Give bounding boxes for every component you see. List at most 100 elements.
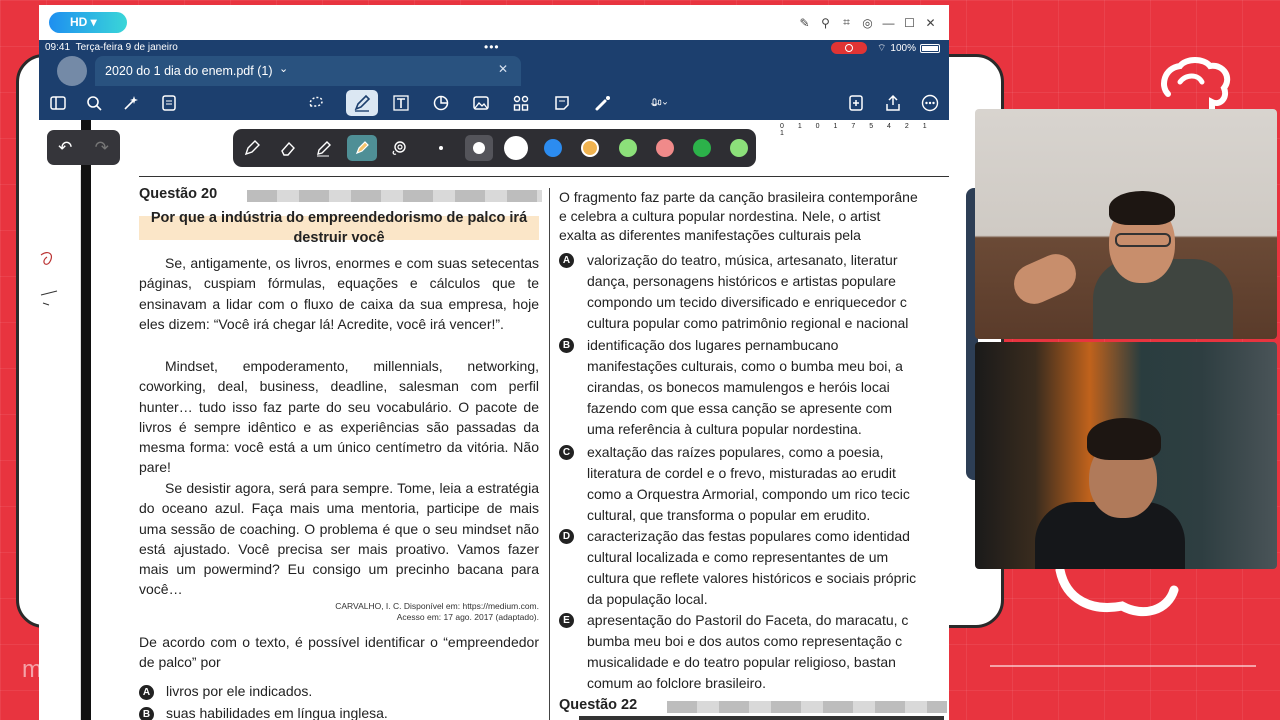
article-paragraph-1: Se, antigamente, os livros, enormes e co… [139, 255, 539, 332]
wifi-icon: ⌔ [877, 43, 887, 54]
sidebar-icon[interactable] [45, 90, 71, 116]
background-line [990, 665, 1256, 667]
redo-icon[interactable]: ↷ [95, 138, 109, 158]
question-21-intro: O fragmento faz parte da canção brasilei… [559, 188, 949, 245]
pencil-icon[interactable] [311, 135, 337, 161]
source-line: Acesso em: 17 ago. 2017 (adaptado). [396, 612, 539, 622]
color-swatch-green[interactable] [693, 139, 711, 157]
battery-percent: 100% [890, 43, 916, 54]
enem-watermark-strip [667, 701, 947, 713]
option-line: uma referência à cultura popular nordest… [587, 421, 862, 437]
image-icon[interactable] [468, 90, 494, 116]
option-a[interactable]: Alivros por ele indicados. [139, 683, 312, 700]
option-21-b[interactable]: B identificação dos lugares pernambucano… [559, 335, 949, 440]
page-marker: 0 1 0 1 7 5 4 2 1 1 [780, 123, 933, 137]
window-titlebar: HD ▾ ✎ ⚲ ⌗ ◎ — ☐ ✕ [39, 5, 949, 40]
share-icon[interactable] [880, 90, 906, 116]
tab-close-icon[interactable]: ✕ [498, 62, 508, 76]
option-line: bumba meu boi e dos autos como represent… [587, 633, 903, 649]
close-button[interactable]: ✕ [922, 14, 939, 31]
color-swatch-white[interactable] [504, 136, 528, 160]
crop-icon[interactable]: ⌗ [838, 14, 855, 31]
export-icon[interactable] [843, 90, 869, 116]
article-paragraph-2: Mindset, empoderamento, millennials, net… [139, 358, 539, 476]
question-22-heading: Questão 22 [559, 697, 638, 713]
webcam-feed-teacher [975, 109, 1277, 339]
tab-title: 2020 do 1 dia do enem.pdf (1) [105, 64, 273, 78]
brain-logo-icon [1161, 57, 1231, 112]
source-line: CARVALHO, I. C. Disponível em: https://m… [335, 601, 539, 611]
eraser-icon[interactable] [275, 135, 301, 161]
stroke-size-medium-selected[interactable] [465, 135, 493, 161]
option-line: cultura que reflete valores históricos e… [587, 570, 917, 586]
window-controls: ✎ ⚲ ⌗ ◎ — ☐ ✕ [796, 14, 939, 31]
option-letter: B [139, 707, 154, 720]
option-line: valorização do teatro, música, artesanat… [587, 252, 898, 268]
question-22-image [579, 716, 944, 720]
more-icon[interactable] [917, 90, 943, 116]
page-thumbnail-strip[interactable] [39, 170, 81, 720]
shape-icon[interactable] [428, 90, 454, 116]
sticky-note-icon[interactable] [549, 90, 575, 116]
option-21-e[interactable]: E apresentação do Pastoril do Faceta, do… [559, 610, 949, 694]
color-swatch-blue[interactable] [544, 139, 562, 157]
intro-line: e celebra a cultura popular nordestina. … [559, 208, 881, 224]
option-line: comum ao folclore brasileiro. [587, 675, 766, 691]
maximize-button[interactable]: ☐ [901, 14, 918, 31]
color-swatch-orange-selected[interactable] [581, 139, 599, 157]
document-icon[interactable] [156, 90, 182, 116]
chevron-down-icon[interactable]: ⌄ [279, 62, 288, 75]
option-21-a[interactable]: A valorização do teatro, música, artesan… [559, 250, 949, 334]
hd-quality-button[interactable]: HD ▾ [49, 12, 127, 33]
pdf-page-area[interactable]: 0 1 0 1 7 5 4 2 1 1 Questão 20 Por que a… [39, 120, 949, 720]
minimize-button[interactable]: — [880, 14, 897, 31]
article-paragraph-3: Se desistir agora, será para sempre. Tom… [139, 480, 539, 598]
option-line: cultural localizada e como representante… [587, 549, 889, 565]
question-20-heading: Questão 20 [139, 186, 218, 202]
stroke-size-small[interactable] [439, 146, 443, 150]
undo-icon[interactable]: ↶ [58, 138, 72, 158]
option-21-c[interactable]: C exaltação das raízes populares, como a… [559, 442, 949, 526]
color-swatch-pink[interactable] [656, 139, 674, 157]
option-21-d[interactable]: D caracterização das festas populares co… [559, 526, 949, 610]
text-icon[interactable] [388, 90, 414, 116]
highlighter-icon[interactable] [347, 135, 377, 161]
intro-line: exalta as diferentes manifestações cultu… [559, 227, 861, 243]
option-line: da população local. [587, 591, 708, 607]
lasso-icon[interactable] [303, 90, 329, 116]
margin-annotation-icon [40, 251, 58, 306]
search-icon[interactable] [81, 90, 107, 116]
option-line: compondo um tecido diversificado e enriq… [587, 294, 907, 310]
undo-redo-group: ↶ ↷ [47, 130, 120, 165]
battery-icon [919, 44, 940, 53]
record-icon[interactable]: ◎ [859, 14, 876, 31]
option-line: caracterização das festas populares como… [587, 528, 910, 544]
option-letter: D [559, 529, 574, 544]
tab-document[interactable]: 2020 do 1 dia do enem.pdf (1) ⌄ ✕ [95, 56, 521, 86]
option-letter: B [559, 338, 574, 353]
option-line: musicalidade e do teatro popular religio… [587, 654, 896, 670]
pen-icon[interactable] [346, 90, 378, 116]
column-divider [549, 188, 550, 720]
color-swatch-lime[interactable] [730, 139, 748, 157]
pen-mini-icon[interactable]: ✎ [796, 14, 813, 31]
mic-icon[interactable] [639, 90, 679, 116]
lasso-tool-icon[interactable] [386, 135, 412, 161]
option-b[interactable]: Bsuas habilidades em língua inglesa. [139, 705, 388, 720]
status-time: 09:41 [45, 42, 71, 53]
fountain-pen-icon[interactable] [239, 135, 265, 161]
device-status-bar: 09:41 Terça-feira 9 de janeiro ••• ⌔ 100… [39, 40, 949, 56]
option-letter: A [559, 253, 574, 268]
laser-pointer-icon[interactable] [590, 90, 616, 116]
magic-icon[interactable] [118, 90, 144, 116]
elements-icon[interactable] [508, 90, 534, 116]
article-source: CARVALHO, I. C. Disponível em: https://m… [139, 601, 539, 623]
pin-icon[interactable]: ⚲ [817, 14, 834, 31]
multitask-dots-icon[interactable]: ••• [484, 40, 500, 54]
option-line: cultural, que transforma o popular em er… [587, 507, 871, 523]
hand-gesture [1007, 247, 1083, 311]
pen-toolbar [233, 129, 756, 167]
option-line: cultura popular como patrimônio regional… [587, 315, 909, 331]
color-swatch-light-green[interactable] [619, 139, 637, 157]
option-line: literatura de cordel e o frevo, misturad… [587, 465, 896, 481]
